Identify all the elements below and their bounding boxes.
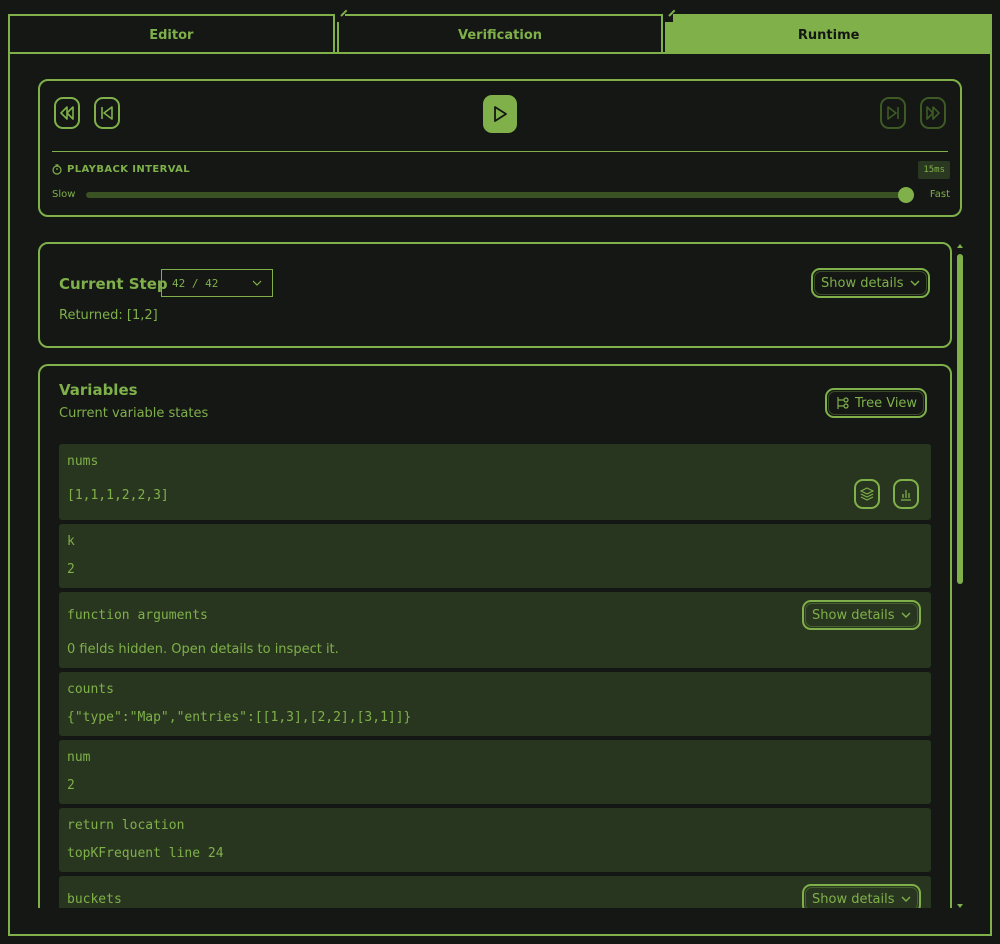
tree-view-label: Tree View: [855, 395, 918, 411]
variable-card-k: k 2: [59, 524, 931, 588]
returned-value: Returned: [1,2]: [59, 308, 158, 323]
scroll-down-arrow-icon[interactable]: [957, 904, 963, 908]
chart-view-button[interactable]: [893, 479, 919, 509]
play-button[interactable]: [483, 95, 517, 133]
variable-card-nums: nums [1,1,1,2,2,3]: [59, 444, 931, 520]
variables-panel: Variables Current variable states Tree V…: [38, 364, 952, 908]
fast-forward-icon: [926, 106, 940, 120]
play-icon: [494, 106, 507, 122]
tab-verification[interactable]: Verification: [336, 14, 664, 54]
layers-view-button[interactable]: [854, 479, 880, 509]
slow-label: Slow: [52, 189, 76, 200]
buckets-show-details-button[interactable]: Show details: [802, 884, 921, 908]
rewind-to-start-button[interactable]: [54, 97, 80, 129]
variable-name: k: [67, 534, 75, 549]
function-arguments-show-details-button[interactable]: Show details: [802, 600, 921, 630]
variable-name: nums: [67, 454, 99, 469]
skip-back-icon: [101, 106, 113, 120]
tab-editor[interactable]: Editor: [8, 14, 335, 54]
variables-title: Variables: [59, 381, 138, 399]
runtime-scroll-area[interactable]: Current Step 42 / 42 Returned: [1,2] Sho…: [38, 242, 966, 908]
show-details-label: Show details: [812, 607, 895, 623]
variable-card-num: num 2: [59, 740, 931, 804]
fast-label: Fast: [929, 189, 950, 200]
slider-thumb[interactable]: [897, 187, 914, 203]
step-select-value: 42 / 42: [172, 276, 219, 290]
tree-view-icon: [837, 397, 849, 409]
step-select[interactable]: 42 / 42: [161, 269, 273, 297]
chevron-down-icon: [901, 896, 911, 902]
timer-icon: [52, 164, 62, 175]
tab-bar: Editor Verification Runtime: [8, 14, 993, 54]
playback-interval-label: PLAYBACK INTERVAL: [52, 164, 190, 175]
variable-note: 0 fields hidden. Open details to inspect…: [67, 642, 339, 657]
step-back-button[interactable]: [94, 97, 120, 129]
playback-divider: [52, 151, 948, 152]
scrollbar[interactable]: [956, 244, 964, 908]
tab-runtime[interactable]: Runtime: [665, 14, 993, 54]
chevron-down-icon: [901, 612, 911, 618]
chevron-down-icon: [910, 280, 920, 286]
fast-forward-to-end-button[interactable]: [920, 97, 946, 129]
tree-view-button[interactable]: Tree View: [825, 388, 928, 418]
interval-slider[interactable]: [86, 187, 914, 203]
chevron-down-icon: [252, 280, 262, 286]
current-step-title: Current Step: [59, 275, 168, 293]
variable-value: {"type":"Map","entries":[[1,3],[2,2],[3,…: [67, 710, 412, 725]
variable-name: buckets: [67, 892, 122, 907]
scrollbar-thumb[interactable]: [957, 254, 963, 584]
variable-name: function arguments: [67, 608, 208, 623]
scroll-up-arrow-icon[interactable]: [957, 244, 963, 248]
layers-icon: [860, 487, 874, 501]
variable-card-counts: counts {"type":"Map","entries":[[1,3],[2…: [59, 672, 931, 736]
variable-value: topKFrequent line 24: [67, 846, 224, 861]
variable-value: [1,1,1,2,2,3]: [67, 488, 169, 503]
interval-value-badge: 15ms: [918, 161, 950, 179]
playback-panel: PLAYBACK INTERVAL 15ms Slow Fast: [38, 79, 962, 217]
variable-name: num: [67, 750, 91, 765]
show-details-label: Show details: [821, 275, 904, 291]
step-show-details-button[interactable]: Show details: [811, 268, 930, 298]
bar-chart-icon: [901, 490, 911, 501]
variable-card-buckets: buckets Show details: [59, 876, 931, 908]
rewind-icon: [60, 106, 74, 120]
variable-card-function-arguments: function arguments 0 fields hidden. Open…: [59, 592, 931, 668]
variable-value: 2: [67, 562, 75, 577]
interval-label-text: PLAYBACK INTERVAL: [67, 164, 191, 175]
skip-forward-icon: [887, 106, 899, 120]
variables-subtitle: Current variable states: [59, 406, 209, 421]
variable-card-return-location: return location topKFrequent line 24: [59, 808, 931, 872]
step-forward-button[interactable]: [880, 97, 906, 129]
current-step-panel: Current Step 42 / 42 Returned: [1,2] Sho…: [38, 242, 952, 348]
variable-name: return location: [67, 818, 185, 833]
variable-name: counts: [67, 682, 114, 697]
show-details-label: Show details: [812, 891, 895, 907]
variable-value: 2: [67, 778, 75, 793]
